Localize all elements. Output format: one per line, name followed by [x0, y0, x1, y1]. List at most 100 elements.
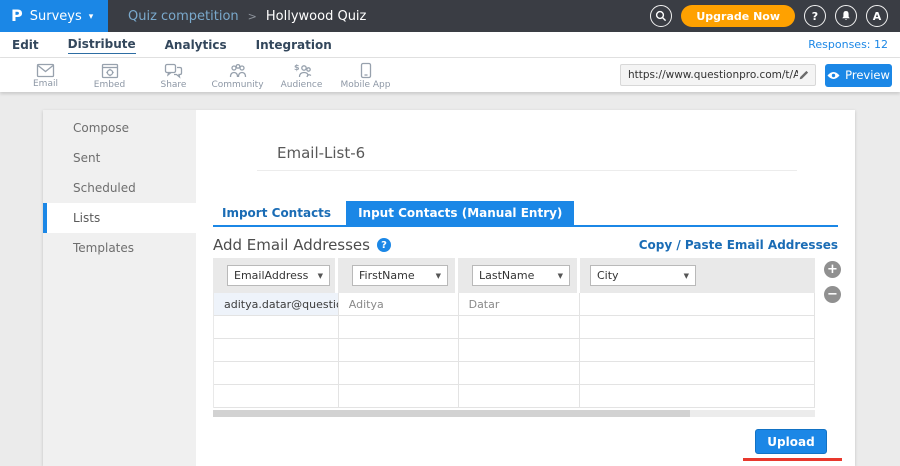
breadcrumb-parent[interactable]: Quiz competition: [128, 9, 239, 24]
copy-paste-link[interactable]: Copy / Paste Email Addresses: [639, 238, 838, 252]
toolbar-label-email: Email: [33, 79, 58, 89]
add-email-addresses-row: Add Email Addresses ? Copy / Paste Email…: [213, 236, 838, 254]
notifications-button[interactable]: [835, 5, 857, 27]
cell-city[interactable]: [580, 339, 815, 362]
header-cell-firstname: FirstName ▼: [338, 258, 458, 293]
toolbar-label-mobile-app: Mobile App: [341, 80, 391, 90]
toolbar-item-embed[interactable]: Embed: [78, 61, 141, 90]
column-select-emailaddress-value: EmailAddress: [234, 269, 308, 282]
help-button[interactable]: ?: [804, 5, 826, 27]
cell-email[interactable]: [214, 385, 339, 408]
email-distribution-card: Compose Sent Scheduled Lists Templates E…: [43, 110, 855, 466]
top-bar: P Surveys ▾ Quiz competition > Hollywood…: [0, 0, 900, 32]
search-icon: [655, 10, 667, 22]
add-row-button[interactable]: +: [824, 261, 841, 278]
lists-content: Email-List-6 Import Contacts Input Conta…: [196, 110, 855, 466]
responses-count[interactable]: Responses: 12: [808, 38, 888, 51]
upgrade-now-button[interactable]: Upgrade Now: [681, 5, 795, 27]
cell-email[interactable]: aditya.datar@questionpro.com: [214, 293, 339, 316]
sidebar-item-templates[interactable]: Templates: [43, 233, 196, 263]
mobile-app-icon: [360, 62, 372, 79]
breadcrumb-separator: >: [248, 10, 257, 23]
tab-input-contacts-manual[interactable]: Input Contacts (Manual Entry): [346, 201, 574, 225]
header-cell-lastname: LastName ▼: [458, 258, 580, 293]
cell-firstname[interactable]: [339, 339, 459, 362]
remove-row-button[interactable]: −: [824, 286, 841, 303]
cell-lastname[interactable]: Datar: [459, 293, 581, 316]
survey-url-field: [620, 64, 816, 86]
cell-email[interactable]: [214, 316, 339, 339]
avatar-initial: A: [873, 10, 882, 23]
toolbar-item-email[interactable]: Email: [14, 61, 77, 89]
svg-text:$: $: [294, 63, 300, 72]
table-row: [213, 362, 815, 385]
survey-url-input[interactable]: [628, 69, 798, 81]
distribute-toolbar: Email Embed Share Community $: [0, 58, 900, 92]
cell-city[interactable]: [580, 316, 815, 339]
table-row: [213, 385, 815, 408]
cell-lastname[interactable]: [459, 362, 581, 385]
toolbar-item-share[interactable]: Share: [142, 61, 205, 90]
cell-firstname[interactable]: [339, 362, 459, 385]
question-mark-icon: ?: [812, 10, 818, 23]
cell-lastname[interactable]: [459, 339, 581, 362]
table-row: aditya.datar@questionpro.com Aditya Data…: [213, 293, 815, 316]
account-avatar[interactable]: A: [866, 5, 888, 27]
sidebar-item-compose[interactable]: Compose: [43, 113, 196, 143]
column-select-lastname[interactable]: LastName ▼: [472, 265, 570, 286]
contacts-table-header: EmailAddress ▼ FirstName ▼ LastName ▼: [213, 258, 815, 293]
header-cell-city: City ▼: [580, 258, 815, 293]
upload-button[interactable]: Upload: [755, 429, 827, 454]
cell-city[interactable]: [580, 385, 815, 408]
search-button[interactable]: [650, 5, 672, 27]
column-select-city-value: City: [597, 269, 619, 282]
column-select-firstname-value: FirstName: [359, 269, 415, 282]
toolbar-label-audience: Audience: [281, 80, 323, 90]
toolbar-item-mobile-app[interactable]: Mobile App: [334, 60, 397, 90]
surveys-menu-label: Surveys: [30, 9, 82, 24]
sidebar-item-lists[interactable]: Lists: [43, 203, 196, 233]
cell-lastname[interactable]: [459, 316, 581, 339]
breadcrumb: Quiz competition > Hollywood Quiz: [128, 9, 366, 24]
nav-item-integration[interactable]: Integration: [256, 36, 332, 54]
bell-icon: [840, 10, 852, 22]
cell-email[interactable]: [214, 362, 339, 385]
help-tooltip-icon[interactable]: ?: [377, 238, 391, 252]
sidebar-item-sent[interactable]: Sent: [43, 143, 196, 173]
chevron-down-icon: ▾: [89, 12, 94, 22]
breadcrumb-current: Hollywood Quiz: [266, 9, 366, 24]
cell-firstname[interactable]: [339, 385, 459, 408]
share-icon: [164, 63, 183, 79]
contacts-table: EmailAddress ▼ FirstName ▼ LastName ▼: [213, 258, 815, 408]
cell-city[interactable]: [580, 293, 815, 316]
cell-email[interactable]: [214, 339, 339, 362]
tab-import-contacts[interactable]: Import Contacts: [213, 201, 346, 225]
surveys-menu[interactable]: P Surveys ▾: [0, 0, 108, 32]
toolbar-item-audience[interactable]: $ Audience: [270, 61, 333, 90]
row-tools: + −: [824, 261, 841, 303]
toolbar-item-community[interactable]: Community: [206, 61, 269, 90]
table-row: [213, 316, 815, 339]
preview-button-label: Preview: [845, 68, 890, 82]
header-cell-emailaddress: EmailAddress ▼: [213, 258, 338, 293]
audience-icon: $: [292, 63, 312, 79]
nav-item-edit[interactable]: Edit: [12, 36, 39, 54]
chevron-down-icon: ▼: [558, 272, 563, 280]
column-select-emailaddress[interactable]: EmailAddress ▼: [227, 265, 330, 286]
scrollbar-thumb[interactable]: [213, 410, 690, 417]
cell-firstname[interactable]: [339, 316, 459, 339]
column-select-firstname[interactable]: FirstName ▼: [352, 265, 448, 286]
edit-pencil-icon[interactable]: [798, 69, 810, 81]
nav-item-distribute[interactable]: Distribute: [68, 35, 136, 54]
cell-city[interactable]: [580, 362, 815, 385]
column-select-city[interactable]: City ▼: [590, 265, 696, 286]
sidebar-item-scheduled[interactable]: Scheduled: [43, 173, 196, 203]
cell-firstname[interactable]: Aditya: [339, 293, 459, 316]
eye-icon: [827, 71, 840, 80]
toolbar-label-community: Community: [211, 80, 263, 90]
preview-button[interactable]: Preview: [825, 64, 892, 87]
horizontal-scrollbar[interactable]: [213, 410, 815, 417]
column-select-lastname-value: LastName: [479, 269, 534, 282]
nav-item-analytics[interactable]: Analytics: [165, 36, 227, 54]
cell-lastname[interactable]: [459, 385, 581, 408]
